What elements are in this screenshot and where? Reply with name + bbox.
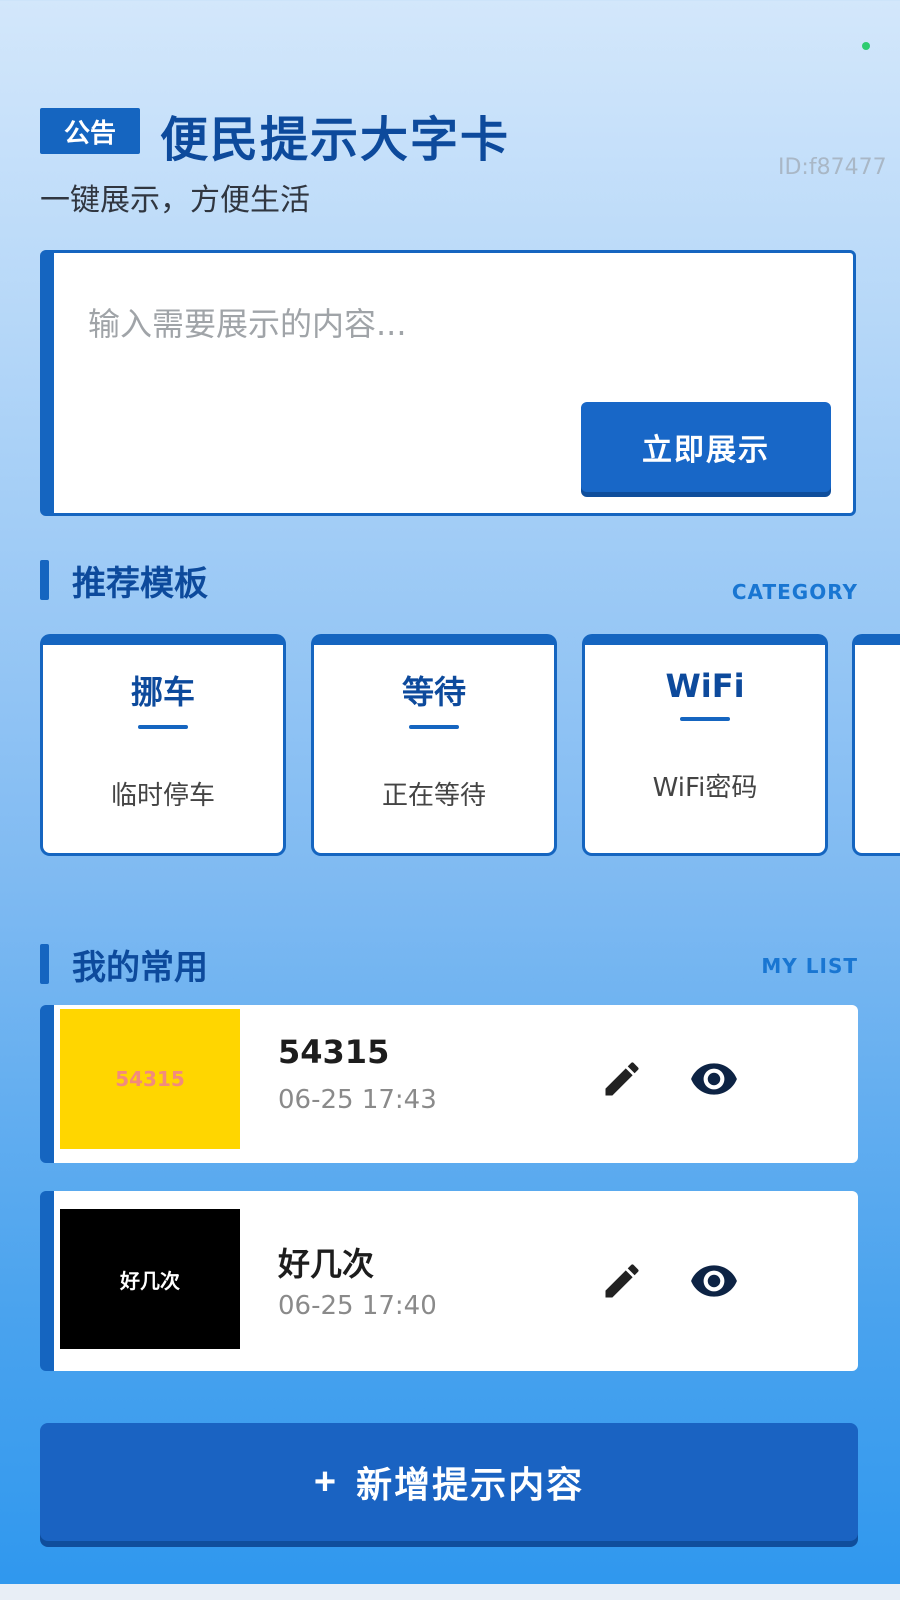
template-title: WiFi — [665, 667, 745, 705]
template-card-partial[interactable] — [852, 634, 900, 856]
page-title: 便民提示大字卡 — [160, 112, 511, 168]
template-desc: WiFi密码 — [652, 773, 758, 803]
status-indicator-dot — [862, 42, 870, 50]
eye-icon[interactable] — [686, 1051, 742, 1107]
favorite-time: 06-25 17:40 — [278, 1291, 437, 1321]
template-underline — [680, 717, 730, 721]
favorite-name: 54315 — [278, 1033, 390, 1071]
my-list-link[interactable]: MY LIST — [761, 954, 858, 978]
favorite-time: 06-25 17:43 — [278, 1085, 437, 1115]
template-card-waiting[interactable]: 等待 正在等待 — [311, 634, 557, 856]
template-underline — [138, 725, 188, 729]
templates-section-title: 推荐模板 — [72, 564, 208, 604]
favorite-item[interactable]: 好几次 好几次 06-25 17:40 — [40, 1191, 858, 1371]
bottom-nav-strip — [0, 1584, 900, 1600]
section-accent-bar — [40, 560, 49, 600]
template-underline — [409, 725, 459, 729]
pencil-icon[interactable] — [594, 1253, 650, 1309]
section-accent-bar — [40, 944, 49, 984]
favorite-thumbnail: 好几次 — [60, 1209, 240, 1349]
template-card-move-car[interactable]: 挪车 临时停车 — [40, 634, 286, 856]
content-input[interactable] — [88, 305, 808, 343]
show-now-button[interactable]: 立即展示 — [581, 402, 831, 492]
template-title: 挪车 — [130, 673, 195, 711]
favorites-section-title: 我的常用 — [72, 948, 208, 988]
content-input-card: 立即展示 — [40, 250, 856, 516]
category-link[interactable]: CATEGORY — [732, 580, 858, 604]
page-subtitle: 一键展示，方便生活 — [40, 183, 310, 218]
template-card-wifi[interactable]: WiFi WiFi密码 — [582, 634, 828, 856]
template-desc: 正在等待 — [381, 781, 486, 811]
favorite-item[interactable]: 54315 54315 06-25 17:43 — [40, 1005, 858, 1163]
favorite-name: 好几次 — [278, 1245, 375, 1283]
pencil-icon[interactable] — [594, 1051, 650, 1107]
eye-icon[interactable] — [686, 1253, 742, 1309]
favorite-thumbnail: 54315 — [60, 1009, 240, 1149]
template-title: 等待 — [401, 673, 466, 711]
plus-icon: + — [313, 1460, 339, 1503]
add-content-button[interactable]: + 新增提示内容 — [40, 1423, 858, 1541]
template-desc: 临时停车 — [110, 781, 215, 811]
notice-badge: 公告 — [40, 108, 140, 154]
app-id-label: ID:f87477 — [778, 155, 887, 180]
add-content-label: 新增提示内容 — [356, 1464, 585, 1505]
